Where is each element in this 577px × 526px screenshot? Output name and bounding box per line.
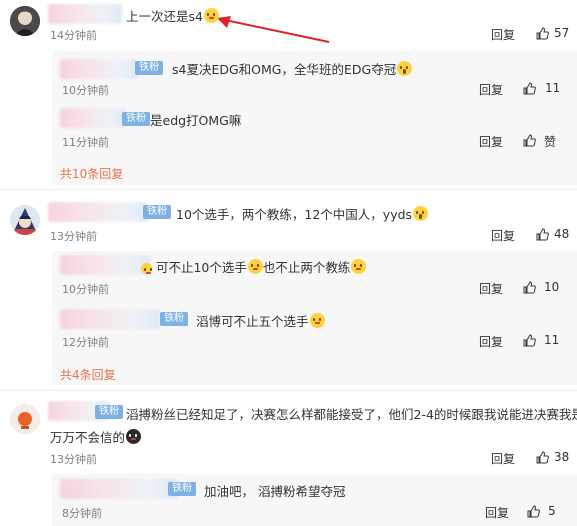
- reply-time: 10分钟前: [62, 84, 109, 97]
- reply-button[interactable]: 回复: [479, 81, 503, 98]
- reply-text: 滔博可不止五个选手: [196, 311, 325, 330]
- like-icon[interactable]: [523, 334, 536, 347]
- like-count: 5: [548, 504, 556, 518]
- fan-badge: 铁粉: [95, 405, 123, 419]
- reply-button[interactable]: 回复: [479, 133, 503, 150]
- reply-button[interactable]: 回复: [479, 280, 503, 297]
- comment-time: 13分钟前: [50, 230, 97, 243]
- like-count: 57: [554, 26, 570, 40]
- comment-text: 10个选手，两个教练，12个中国人，yyds: [176, 204, 429, 223]
- reply-button[interactable]: 回复: [491, 450, 515, 467]
- emoji-icon: [203, 8, 219, 23]
- like-count: 11: [545, 81, 561, 95]
- reply-time: 12分钟前: [62, 336, 109, 349]
- like-icon[interactable]: [523, 134, 536, 147]
- like-count: 11: [544, 333, 560, 347]
- fan-badge: 铁粉: [135, 61, 163, 75]
- like-count: 48: [554, 227, 570, 241]
- reply-button[interactable]: 回复: [485, 504, 509, 521]
- like-label[interactable]: 赞: [544, 133, 556, 150]
- reply-time: 8分钟前: [62, 507, 102, 520]
- like-count: 38: [554, 450, 570, 464]
- like-icon[interactable]: [536, 451, 549, 464]
- reply-time: 11分钟前: [62, 136, 109, 149]
- reply-text: 加油吧， 滔搏粉希望夺冠: [204, 484, 346, 499]
- like-icon[interactable]: [523, 82, 536, 95]
- username-blurred[interactable]: [60, 108, 126, 128]
- like-icon[interactable]: [536, 27, 549, 40]
- like-icon[interactable]: [527, 505, 540, 518]
- emoji-icon: [141, 263, 152, 274]
- comment-text-line1: 滔搏粉丝已经知足了，决赛怎么样都能接受了，他们2-4的时候跟我说能进决赛我是: [126, 407, 577, 422]
- crying-emoji-icon: [397, 61, 413, 76]
- comment-time: 14分钟前: [50, 29, 97, 42]
- emoji-icon: [126, 429, 142, 444]
- comment-text: 上一次还是s4: [126, 6, 219, 25]
- fan-badge: 铁粉: [168, 482, 196, 496]
- username-blurred[interactable]: [60, 479, 178, 499]
- divider: [0, 390, 577, 391]
- fan-badge: 铁粉: [160, 312, 188, 326]
- divider: [0, 189, 577, 190]
- crying-emoji-icon: [413, 206, 429, 221]
- comment-text-line2: 万万不会信的: [50, 427, 142, 446]
- like-count: 10: [544, 280, 560, 294]
- username-blurred[interactable]: [60, 59, 138, 79]
- reply-text: 是edg打OMG嘛: [150, 113, 242, 128]
- emoji-icon: [309, 313, 325, 328]
- avatar[interactable]: [10, 404, 40, 434]
- fan-badge: 铁粉: [143, 205, 171, 219]
- reply-button[interactable]: 回复: [491, 26, 515, 43]
- like-icon[interactable]: [536, 228, 549, 241]
- annotation-arrow: [217, 16, 330, 43]
- reply-time: 10分钟前: [62, 283, 109, 296]
- reply-button[interactable]: 回复: [479, 333, 503, 350]
- more-replies-link[interactable]: 共4条回复: [60, 366, 116, 383]
- username-blurred[interactable]: [60, 255, 150, 275]
- reply-text: 可不止10个选手 也不止两个教练: [140, 257, 367, 276]
- fan-badge: 铁粉: [122, 112, 150, 126]
- emoji-icon: [247, 259, 263, 274]
- avatar[interactable]: [10, 205, 40, 235]
- username-blurred[interactable]: [48, 202, 148, 222]
- emoji-icon: [351, 259, 367, 274]
- reply-button[interactable]: 回复: [491, 227, 515, 244]
- more-replies-link[interactable]: 共10条回复: [60, 165, 123, 182]
- reply-text: s4夏决EDG和OMG，全华班的EDG夺冠: [172, 59, 413, 78]
- comment-time: 13分钟前: [50, 453, 97, 466]
- avatar[interactable]: [10, 6, 40, 36]
- username-blurred[interactable]: [60, 309, 160, 329]
- username-blurred[interactable]: [48, 4, 122, 24]
- like-icon[interactable]: [523, 281, 536, 294]
